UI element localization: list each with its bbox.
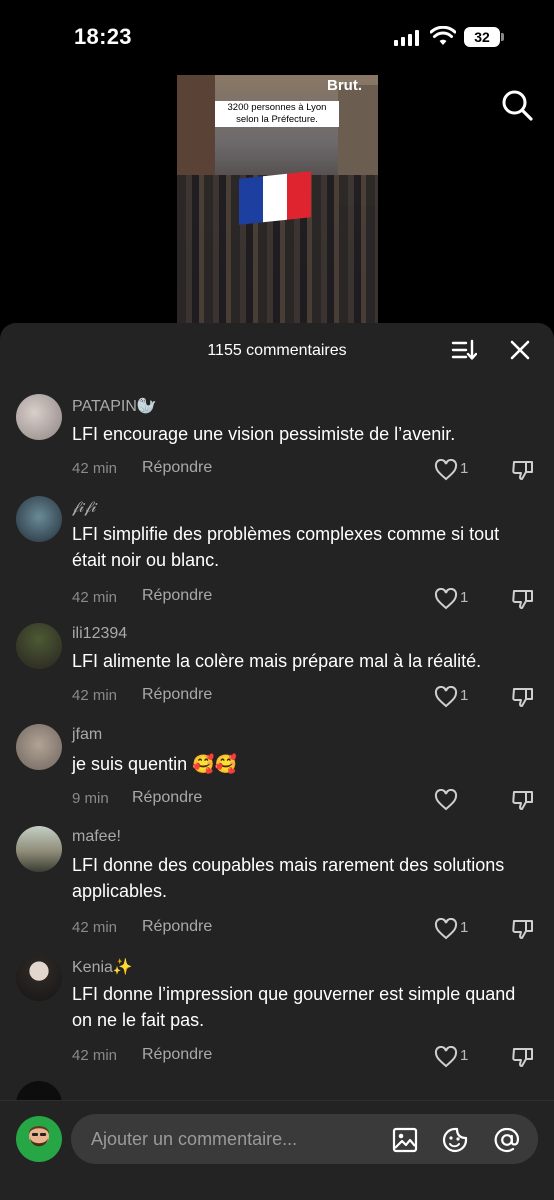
thumbs-down-icon[interactable] [511,685,535,709]
comment-text: LFI donne des coupables mais rarement de… [72,855,505,901]
thumbs-down-icon[interactable] [511,1045,535,1069]
comment-input-bar [0,1100,554,1200]
thumbs-down-icon[interactable] [511,458,535,482]
cellular-signal-icon [394,30,420,46]
avatar[interactable] [16,955,62,1001]
at-icon[interactable] [493,1126,521,1154]
thumbs-down-icon[interactable] [511,917,535,941]
comment-time: 42 min [72,1047,118,1064]
comment-input[interactable] [91,1114,381,1164]
comment-item: ili12394 LFI alimente la colère mais pré… [0,621,554,721]
like-count: 1 [460,1047,469,1064]
avatar[interactable] [16,394,62,440]
like-count: 1 [460,687,469,704]
comment-item: Kenia✨ LFI donne l’impression que gouver… [0,953,554,1081]
comment-time: 42 min [72,687,118,704]
user-avatar-icon [29,1126,49,1147]
wifi-icon [430,26,456,45]
comment-text: je suis quentin 🥰🥰 [72,754,237,774]
comment-time: 42 min [72,919,118,936]
status-bar: 18:23 32 [0,0,554,70]
comment-input-container [71,1114,538,1164]
reply-button[interactable]: Répondre [142,459,212,477]
emoji-icon[interactable] [441,1126,469,1154]
avatar[interactable] [16,496,62,542]
reply-button[interactable]: Répondre [142,686,212,704]
like-count: 1 [460,589,469,606]
heart-icon[interactable] [434,588,458,610]
heart-icon[interactable] [434,686,458,708]
heart-icon[interactable] [434,459,458,481]
heart-icon[interactable] [434,1046,458,1068]
thumbs-down-icon[interactable] [511,788,535,812]
comment-text: LFI encourage une vision pessimiste de l… [72,424,456,444]
comment-username[interactable]: mafee! [72,828,121,846]
comments-header: 1155 commentaires [0,323,554,377]
reply-button[interactable]: Répondre [142,587,212,605]
comment-time: 42 min [72,589,118,606]
comment-item: 𝒻𝒾𝒻𝒾 LFI simplifie des problèmes complex… [0,493,554,621]
comment-username[interactable]: ili12394 [72,625,127,643]
search-icon[interactable] [500,88,534,122]
video-building [177,75,215,190]
comment-username[interactable]: 𝒻𝒾𝒻𝒾 [72,499,97,517]
comment-text: LFI alimente la colère mais prépare mal … [72,651,482,671]
comment-username[interactable]: PATAPIN🦭 [72,396,157,416]
comment-text: LFI simplifie des problèmes complexes co… [72,524,500,570]
comment-username[interactable]: Kenia✨ [72,957,133,977]
comment-item: mafee! LFI donne des coupables mais rare… [0,825,554,953]
video-brand-logo: Brut. [327,77,362,94]
video-preview[interactable]: Brut. 3200 personnes à Lyon selon la Pré… [177,75,378,345]
thumbs-down-icon[interactable] [511,587,535,611]
like-count: 1 [460,460,469,477]
avatar[interactable] [16,623,62,669]
like-count: 1 [460,919,469,936]
french-flag-image [239,171,311,225]
comment-time: 42 min [72,460,118,477]
status-time: 18:23 [74,24,132,49]
heart-icon[interactable] [434,789,458,811]
sort-icon[interactable] [451,338,477,362]
battery-level: 32 [464,27,500,47]
reply-button[interactable]: Répondre [142,1046,212,1064]
heart-icon[interactable] [434,918,458,940]
video-caption: 3200 personnes à Lyon selon la Préfectur… [215,101,339,127]
reply-button[interactable]: Répondre [142,918,212,936]
battery-icon: 32 [464,27,504,47]
comment-item: PATAPIN🦭 LFI encourage une vision pessim… [0,389,554,499]
comment-username[interactable]: jfam [72,726,102,744]
image-icon[interactable] [391,1126,419,1154]
comment-time: 9 min [72,790,109,807]
avatar[interactable] [16,724,62,770]
reply-button[interactable]: Répondre [132,789,202,807]
avatar[interactable] [16,1116,62,1162]
close-icon[interactable] [509,339,531,361]
comment-text: LFI donne l’impression que gouverner est… [72,984,516,1030]
comment-item: jfam je suis quentin 🥰🥰 9 min Répondre [0,723,554,823]
avatar[interactable] [16,826,62,872]
comments-sheet: 1155 commentaires PATAPIN🦭 LFI encourage… [0,323,554,1200]
